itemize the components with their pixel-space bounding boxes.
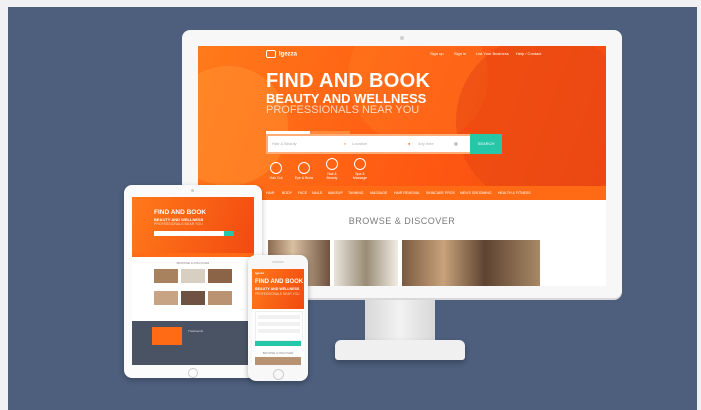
phone-logo[interactable]: Igezza: [255, 271, 264, 275]
phone-subheadline: BEAUTY AND WELLNESS: [255, 287, 300, 291]
salon-photo[interactable]: [208, 269, 232, 283]
tablet-category-bar: [132, 253, 254, 257]
logo-text: Igezza: [279, 51, 298, 58]
salon-photo[interactable]: [402, 240, 540, 286]
catnav-face[interactable]: FACE: [298, 191, 307, 195]
phone-tagline: PROFESSIONALS NEAR YOU: [255, 292, 300, 296]
catnav-hair[interactable]: HAIR: [266, 191, 274, 195]
treatment-field[interactable]: [258, 315, 300, 319]
hero-banner: Igezza Sign up Sign in List Your Busines…: [198, 46, 606, 186]
home-button[interactable]: [188, 368, 198, 378]
search-icon: ⌕: [344, 141, 347, 146]
logo-icon: [266, 50, 276, 58]
category-spa-massage[interactable]: Spa & Massage: [350, 158, 370, 180]
monitor-stand-base: [335, 340, 465, 360]
tablet-tagline: PROFESSIONALS NEAR YOU: [154, 222, 203, 226]
category-eye-brow[interactable]: Eye & Brow: [294, 162, 314, 180]
tablet-browse-heading: BROWSE & DISCOVER: [176, 261, 210, 265]
tablet-screen: FIND AND BOOK BEAUTY AND WELLNESS PROFES…: [132, 197, 254, 365]
salon-photo[interactable]: [181, 291, 205, 305]
salon-photo[interactable]: [154, 291, 178, 305]
salon-photo[interactable]: [208, 291, 232, 305]
tablet-search-input[interactable]: [154, 231, 226, 236]
hero-headline: FIND AND BOOK: [266, 70, 431, 92]
category-nail-beauty[interactable]: Nail & Beauty: [322, 158, 342, 180]
search-bar: Hair & Beauty ⌕ Location ● Any time ▦ SE…: [266, 134, 502, 154]
phone-headline: FIND AND BOOK: [255, 279, 304, 285]
location-pin-icon: ●: [408, 141, 411, 146]
search-tabs: BOOK TREATMENTEXPERT ADVICE: [266, 124, 350, 141]
phone-browse-heading: BROWSE & DISCOVER: [262, 351, 294, 355]
tablet-hero: FIND AND BOOK BEAUTY AND WELLNESS PROFES…: [132, 197, 254, 253]
phone-search-button[interactable]: [255, 341, 301, 346]
border-top: [0, 0, 701, 7]
date-field[interactable]: [258, 329, 300, 333]
scissors-icon: [270, 162, 282, 174]
location-field[interactable]: [258, 322, 300, 326]
nav-help[interactable]: Help / Contact: [516, 51, 541, 56]
phone-screen: Igezza FIND AND BOOK BEAUTY AND WELLNESS…: [252, 269, 304, 365]
nav-list-business[interactable]: List Your Business: [476, 51, 509, 56]
search-button[interactable]: SEARCH: [470, 134, 502, 154]
location-input[interactable]: Location: [352, 141, 367, 146]
eye-icon: [298, 162, 310, 174]
salon-photo[interactable]: [334, 240, 398, 286]
woman-silhouette: [456, 46, 606, 186]
catnav-mens[interactable]: MEN'S GROOMING: [460, 191, 492, 195]
catnav-makeup[interactable]: MAKEUP: [328, 191, 343, 195]
tablet-device: FIND AND BOOK BEAUTY AND WELLNESS PROFES…: [124, 185, 262, 378]
monitor-stand-neck: [365, 298, 435, 343]
phone-hero: Igezza FIND AND BOOK BEAUTY AND WELLNESS…: [252, 269, 304, 309]
nav-signin[interactable]: Sign in: [454, 51, 466, 56]
hero-tagline: PROFESSIONALS NEAR YOU: [266, 104, 420, 116]
tablet-headline: FIND AND BOOK: [154, 209, 207, 216]
camera-dot: [191, 189, 194, 192]
top-navbar: Igezza Sign up Sign in List Your Busines…: [198, 46, 606, 62]
salon-photo[interactable]: [255, 357, 301, 365]
spa-icon: [354, 158, 366, 170]
site-logo[interactable]: Igezza: [266, 50, 297, 58]
salon-photo[interactable]: [154, 269, 178, 283]
category-hair-cut[interactable]: Hair Cut: [266, 162, 286, 180]
date-input[interactable]: Any time: [418, 141, 434, 146]
tablet-search-button[interactable]: [224, 231, 234, 236]
promo-text: Treatments: [188, 329, 204, 333]
speaker-slot: [272, 261, 284, 263]
catnav-massage[interactable]: MASSAGE: [370, 191, 387, 195]
nav-signup[interactable]: Sign up: [430, 51, 444, 56]
category-label: Eye & Brow: [294, 176, 314, 180]
browse-photos: [268, 240, 540, 286]
treatment-input[interactable]: Hair & Beauty: [272, 141, 297, 146]
catnav-skincare[interactable]: SKINCARE PROS: [426, 191, 455, 195]
catnav-tanning[interactable]: TANNING: [348, 191, 364, 195]
camera-dot: [400, 36, 404, 40]
salon-photo[interactable]: [181, 269, 205, 283]
nail-icon: [326, 158, 338, 170]
category-label: Hair Cut: [269, 176, 283, 180]
phone-search-form: [255, 311, 303, 341]
quick-categories: Hair Cut Eye & Brow Nail & Beauty Spa & Mas…: [266, 158, 378, 184]
border-right: [697, 0, 701, 410]
calendar-icon: ▦: [454, 141, 458, 146]
catnav-body[interactable]: BODY: [282, 191, 292, 195]
catnav-hair-removal[interactable]: HAIR REMOVAL: [394, 191, 420, 195]
home-button[interactable]: [273, 369, 284, 380]
border-left: [0, 0, 8, 410]
catnav-nails[interactable]: NAILS: [312, 191, 322, 195]
category-label: Nail & Beauty: [326, 172, 338, 180]
phone-device: Igezza FIND AND BOOK BEAUTY AND WELLNESS…: [248, 255, 308, 381]
catnav-health[interactable]: HEALTH & FITNESS: [498, 191, 531, 195]
promo-image[interactable]: [152, 327, 182, 345]
tablet-promo-section: Treatments: [132, 321, 254, 365]
category-label: Spa & Massage: [352, 172, 368, 180]
